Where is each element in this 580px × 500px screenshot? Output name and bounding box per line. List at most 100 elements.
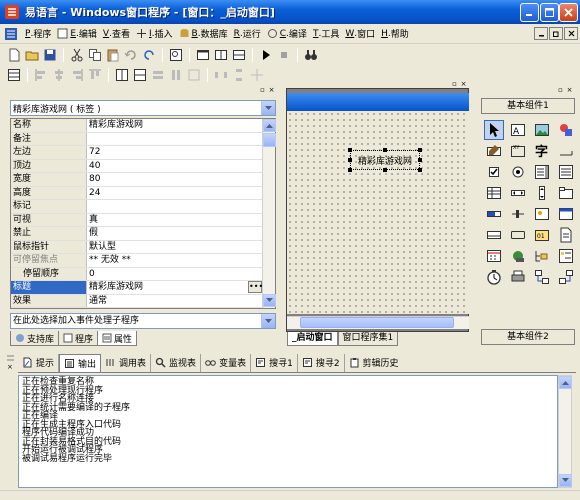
timer-tool[interactable] bbox=[484, 267, 504, 287]
pointer-tool[interactable] bbox=[484, 120, 504, 140]
slider-tool[interactable] bbox=[508, 204, 528, 224]
property-row[interactable]: 标记 bbox=[11, 200, 263, 214]
scrollbar-v-tool[interactable] bbox=[532, 183, 552, 203]
align-left-button[interactable] bbox=[33, 67, 49, 83]
tab-search1[interactable]: 搜寻1 bbox=[251, 353, 298, 372]
resize-handle[interactable] bbox=[348, 158, 352, 162]
space-v-button[interactable] bbox=[231, 67, 247, 83]
menu-database[interactable]: B. 数据库 bbox=[176, 25, 231, 43]
tab-variables[interactable]: 变量表 bbox=[201, 353, 252, 372]
menu-insert[interactable]: I. 插入 bbox=[133, 25, 176, 43]
maximize-button[interactable] bbox=[540, 3, 559, 22]
cut-button[interactable] bbox=[69, 47, 85, 63]
close-icon[interactable]: × bbox=[566, 86, 573, 94]
close-button[interactable] bbox=[559, 3, 578, 22]
property-row[interactable]: 备注 bbox=[11, 132, 263, 146]
pin-icon[interactable]: ▫ bbox=[557, 86, 564, 94]
scroll-thumb[interactable] bbox=[300, 317, 454, 328]
tab-control-tool[interactable] bbox=[556, 183, 576, 203]
scroll-down-button[interactable] bbox=[263, 294, 276, 307]
resize-handle[interactable] bbox=[348, 168, 352, 172]
output-panel[interactable]: 正在检查重复名称 正在预处理现行程序 正在进行名称连接 正在统计需要编译的子程序… bbox=[18, 375, 558, 488]
text-tool[interactable]: 字 bbox=[532, 141, 552, 161]
scroll-thumb[interactable] bbox=[263, 133, 276, 147]
palette-footer-button[interactable]: 基本组件2 bbox=[481, 329, 575, 345]
run-button[interactable] bbox=[258, 47, 274, 63]
scroll-down-button[interactable] bbox=[559, 474, 572, 487]
calendar-tool[interactable] bbox=[484, 246, 504, 266]
tab-output[interactable]: 输出 bbox=[59, 353, 102, 372]
property-row-selected[interactable]: 标题 精彩库游戏网 ••• bbox=[11, 281, 263, 295]
menu-window[interactable]: W. 窗口 bbox=[342, 25, 378, 43]
checkbox-tool[interactable] bbox=[484, 162, 504, 182]
form-canvas[interactable] bbox=[287, 111, 469, 314]
menu-help[interactable]: H. 帮助 bbox=[378, 25, 412, 43]
tab-start-window[interactable]: _启动窗口 bbox=[287, 331, 338, 346]
property-row[interactable]: 宽度 80 bbox=[11, 173, 263, 187]
property-row[interactable]: 鼠标指针 默认型 bbox=[11, 240, 263, 254]
drive-tool[interactable] bbox=[508, 246, 528, 266]
picture-box-tool[interactable] bbox=[532, 204, 552, 224]
line-tool[interactable] bbox=[556, 141, 576, 161]
file-list-tool[interactable] bbox=[556, 246, 576, 266]
resize-handle[interactable] bbox=[383, 148, 387, 152]
undo-button[interactable] bbox=[123, 47, 139, 63]
menu-run[interactable]: R. 运行 bbox=[231, 25, 264, 43]
label-tool[interactable]: A bbox=[508, 120, 528, 140]
copy-button[interactable] bbox=[87, 47, 103, 63]
menu-edit[interactable]: E. 编辑 bbox=[54, 25, 100, 43]
same-height-button[interactable] bbox=[168, 67, 184, 83]
tab-hint[interactable]: 提示 bbox=[18, 353, 60, 372]
mdi-close-button[interactable] bbox=[564, 27, 578, 40]
table-tool[interactable] bbox=[484, 183, 504, 203]
property-scrollbar[interactable] bbox=[262, 119, 276, 308]
property-row[interactable]: 名称 精彩库游戏网 bbox=[11, 119, 263, 133]
object-selector[interactable]: 精彩库游戏网 ( 标签 ) bbox=[10, 100, 276, 116]
status-bar-tool[interactable] bbox=[484, 225, 504, 245]
property-row[interactable]: 高度 24 bbox=[11, 186, 263, 200]
tab-call-stack[interactable]: 调用表 bbox=[101, 353, 152, 372]
tab-watch[interactable]: 监视表 bbox=[151, 353, 202, 372]
resize-handle[interactable] bbox=[383, 168, 387, 172]
redo-button[interactable] bbox=[141, 47, 157, 63]
save-button[interactable] bbox=[42, 47, 58, 63]
property-row[interactable]: 顶边 40 bbox=[11, 159, 263, 173]
grid-button[interactable] bbox=[6, 67, 22, 83]
center-h-button[interactable] bbox=[114, 67, 130, 83]
client-tool[interactable] bbox=[532, 267, 552, 287]
event-selector[interactable]: 在此处选择加入事件处理子程序 bbox=[10, 313, 276, 329]
property-row[interactable]: 可停留焦点 ** 无效 ** bbox=[11, 254, 263, 268]
find-button[interactable] bbox=[303, 47, 319, 63]
tab-clipboard-history[interactable]: 剪辑历史 bbox=[345, 354, 403, 372]
property-row[interactable]: 左边 72 bbox=[11, 146, 263, 160]
server-tool[interactable] bbox=[556, 267, 576, 287]
scrollbar-h-tool[interactable] bbox=[508, 183, 528, 203]
image-tool[interactable] bbox=[532, 120, 552, 140]
tab-support-library[interactable]: 支持库 bbox=[10, 331, 60, 346]
document-tool[interactable] bbox=[556, 225, 576, 245]
bottom-panel-grip[interactable]: × bbox=[6, 352, 15, 490]
align-right-button[interactable] bbox=[69, 67, 85, 83]
close-icon[interactable]: × bbox=[460, 80, 467, 88]
align-top-button[interactable] bbox=[87, 67, 103, 83]
scroll-up-button[interactable] bbox=[263, 119, 276, 132]
printer-tool[interactable] bbox=[508, 267, 528, 287]
groupbox-tool[interactable]: XY bbox=[508, 141, 528, 161]
menu-compile[interactable]: C. 编译 bbox=[264, 25, 310, 43]
menu-program[interactable]: P. 程序 bbox=[22, 25, 54, 43]
progress-tool[interactable] bbox=[484, 204, 504, 224]
mdi-minimize-button[interactable] bbox=[534, 27, 548, 40]
dropdown-arrow[interactable] bbox=[261, 314, 275, 328]
tab-window-assembly[interactable]: 窗口程序集1 bbox=[337, 331, 399, 346]
resize-handle[interactable] bbox=[418, 158, 422, 162]
new-button[interactable] bbox=[6, 47, 22, 63]
property-row[interactable]: 停留顺序 0 bbox=[11, 267, 263, 281]
tab-properties[interactable]: 属性 bbox=[97, 331, 138, 346]
property-row[interactable]: 可视真 bbox=[11, 213, 263, 227]
scroll-up-button[interactable] bbox=[559, 376, 572, 389]
output-scrollbar[interactable] bbox=[558, 375, 572, 488]
same-size-button[interactable] bbox=[186, 67, 202, 83]
resize-handle[interactable] bbox=[418, 148, 422, 152]
resize-handle[interactable] bbox=[418, 168, 422, 172]
property-row[interactable]: 效果 通常 bbox=[11, 294, 263, 308]
